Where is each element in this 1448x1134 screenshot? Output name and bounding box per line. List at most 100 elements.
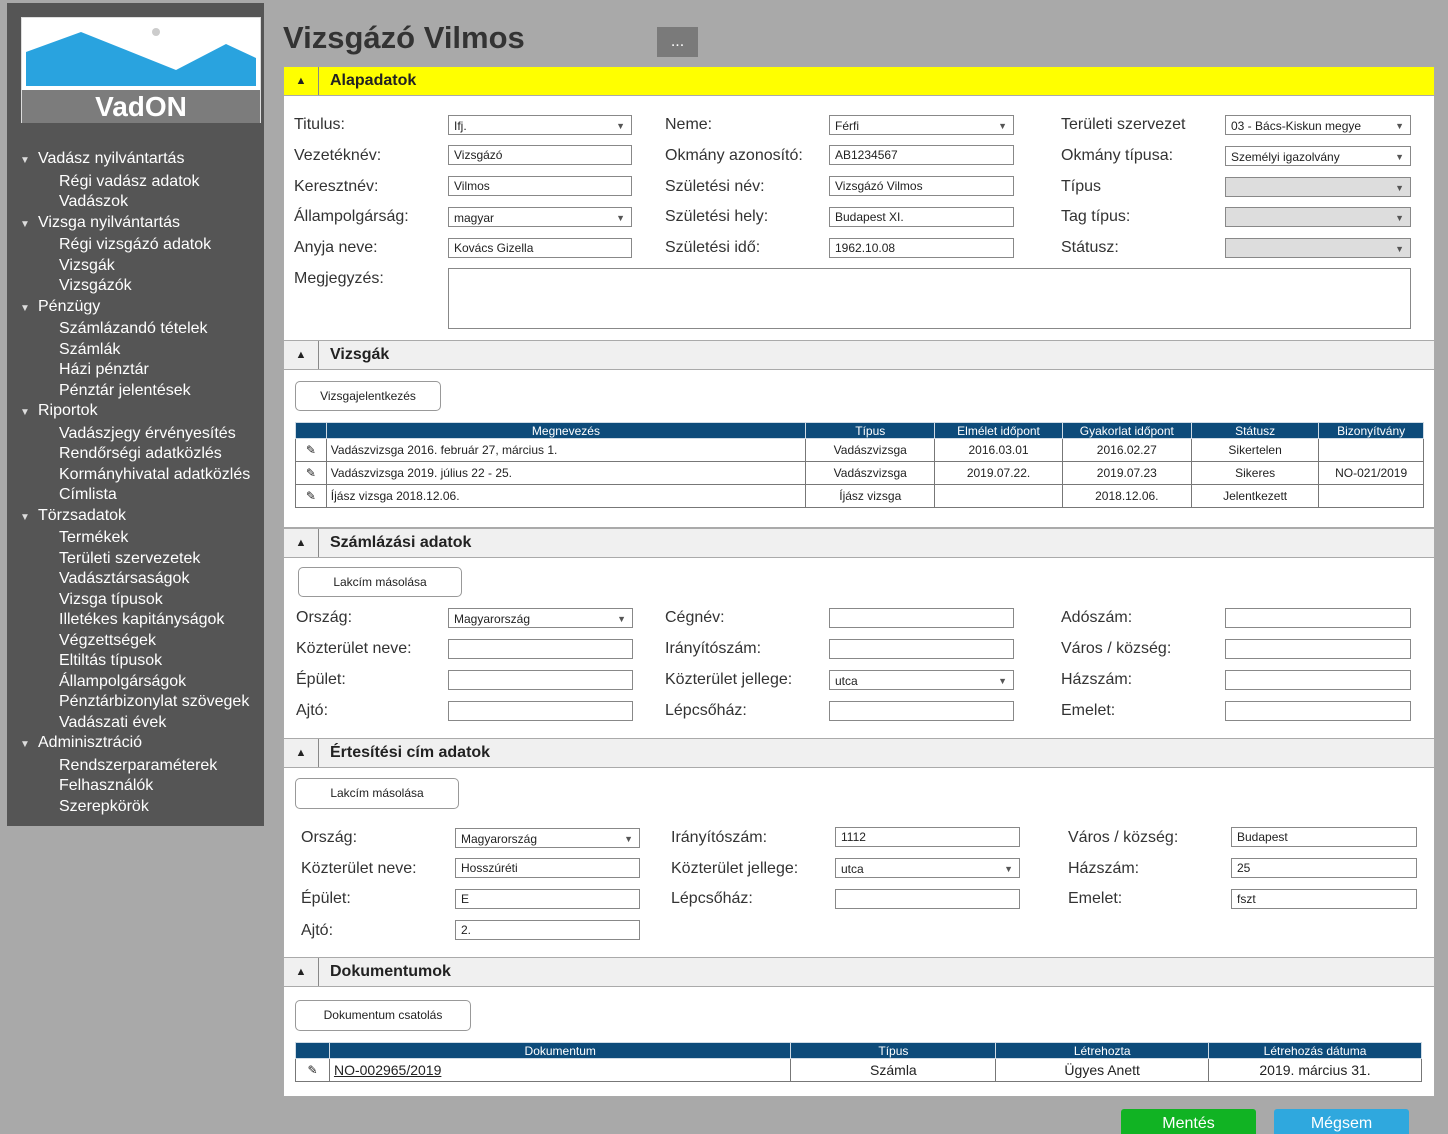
sidebar-group[interactable]: ▼ Vizsga nyilvántartás [7,213,264,236]
kozterulet-neve-input[interactable] [448,639,633,659]
sidebar-item[interactable]: Felhasználók [7,776,264,797]
szuletesi-nev-input[interactable]: Vizsgázó Vilmos [829,176,1014,196]
titulus-select[interactable]: Ifj. ▼ [448,115,632,135]
emelet-input[interactable]: fszt [1231,889,1417,909]
chevron-down-icon[interactable]: ▼ [20,299,38,320]
sidebar-item[interactable]: Vadásztársaságok [7,569,264,590]
document-link[interactable]: NO-002965/2019 [328,1058,792,1082]
sidebar-item[interactable]: Állampolgárságok [7,672,264,693]
epulet-input[interactable] [448,670,633,690]
megjegyzes-textarea[interactable] [448,268,1411,329]
adoszam-input[interactable] [1225,608,1411,628]
cancel-button[interactable]: Mégsem [1274,1109,1409,1134]
sidebar-item[interactable]: Végzettségek [7,631,264,652]
col-header[interactable]: Dokumentum [328,1042,792,1059]
save-button[interactable]: Mentés [1121,1109,1256,1134]
okmany-tipusa-select[interactable]: Személyi igazolvány ▼ [1225,146,1411,166]
vadon-logo[interactable]: VadON [21,17,261,123]
table-row[interactable]: ✎ Íjász vizsga 2018.12.06. Íjász vizsga … [295,484,1424,508]
varos-input[interactable] [1225,639,1411,659]
sidebar-item[interactable]: Vadászati évek [7,713,264,734]
sidebar-item[interactable]: Régi vadász adatok [7,172,264,193]
ajto-input[interactable] [448,701,633,721]
ajto-input[interactable]: 2. [455,920,640,940]
okmany-azonosito-input[interactable]: AB1234567 [829,145,1014,165]
sidebar-item[interactable]: Rendőrségi adatközlés [7,444,264,465]
kozterulet-jellege-select[interactable]: utca ▼ [829,670,1014,690]
lakcim-masolasa-button[interactable]: Lakcím másolása [295,778,459,809]
szuletesi-ido-input[interactable]: 1962.10.08 [829,238,1014,258]
edit-pencil-icon[interactable]: ✎ [295,438,327,462]
col-header[interactable]: Státusz [1190,422,1320,439]
col-header[interactable]: Bizonyítvány [1318,422,1424,439]
table-row[interactable]: ✎ Vadászvizsga 2016. február 27, március… [295,438,1424,462]
statusz-select[interactable]: ▼ [1225,238,1411,258]
collapse-icon[interactable]: ▲ [284,529,319,557]
hazszam-input[interactable] [1225,670,1411,690]
col-header[interactable]: Létrehozta [995,1042,1210,1059]
sidebar-group[interactable]: ▼ Adminisztráció [7,733,264,756]
vizsgak-header[interactable]: ▲ Vizsgák [284,341,1434,370]
collapse-icon[interactable]: ▲ [284,67,319,95]
col-header[interactable]: Típus [805,422,936,439]
col-header[interactable]: Típus [790,1042,997,1059]
sidebar-item[interactable]: Területi szervezetek [7,549,264,570]
varos-input[interactable]: Budapest [1231,827,1417,847]
sidebar-item[interactable]: Illetékes kapitányságok [7,610,264,631]
allampolgarsag-select[interactable]: magyar ▼ [448,207,632,227]
alapadatok-header[interactable]: ▲ Alapadatok [284,67,1434,96]
lepcsohaz-input[interactable] [829,701,1014,721]
sidebar-item[interactable]: Számlák [7,340,264,361]
collapse-icon[interactable]: ▲ [284,341,319,369]
sidebar-item[interactable]: Vizsgák [7,256,264,277]
sidebar-item[interactable]: Szerepkörök [7,797,264,818]
chevron-down-icon[interactable]: ▼ [20,735,38,756]
tag-tipus-select[interactable]: ▼ [1225,207,1411,227]
edit-pencil-icon[interactable]: ✎ [295,461,327,485]
szamlazasi-header[interactable]: ▲ Számlázási adatok [284,529,1434,558]
dokumentumok-header[interactable]: ▲ Dokumentumok [284,958,1434,987]
cegnev-input[interactable] [829,608,1014,628]
col-header[interactable]: Megnevezés [325,422,807,439]
edit-pencil-icon[interactable]: ✎ [295,484,327,508]
orszag-select[interactable]: Magyarország ▼ [448,608,633,628]
sidebar-item[interactable]: Házi pénztár [7,360,264,381]
emelet-input[interactable] [1225,701,1411,721]
table-row[interactable]: ✎ NO-002965/2019 Számla Ügyes Anett 2019… [295,1058,1422,1082]
sidebar-item[interactable]: Vadászok [7,192,264,213]
collapse-icon[interactable]: ▲ [284,739,319,767]
sidebar-item[interactable]: Vadászjegy érvényesítés [7,424,264,445]
orszag-select[interactable]: Magyarország ▼ [455,828,640,848]
keresztnev-input[interactable]: Vilmos [448,176,632,196]
sidebar-item[interactable]: Kormányhivatal adatközlés [7,465,264,486]
teruleti-szervezet-select[interactable]: 03 - Bács-Kiskun megye ▼ [1225,115,1411,135]
sidebar-item[interactable]: Rendszerparaméterek [7,756,264,777]
hazszam-input[interactable]: 25 [1231,858,1417,878]
chevron-down-icon[interactable]: ▼ [20,151,38,172]
sidebar-item[interactable]: Régi vizsgázó adatok [7,235,264,256]
sidebar-group[interactable]: ▼ Vadász nyilvántartás [7,149,264,172]
col-header[interactable]: Elmélet időpont [934,422,1063,439]
dokumentum-csatolas-button[interactable]: Dokumentum csatolás [295,1000,471,1031]
chevron-down-icon[interactable]: ▼ [20,215,38,236]
kozterulet-neve-input[interactable]: Hosszúréti [455,858,640,878]
chevron-down-icon[interactable]: ▼ [20,403,38,424]
lakcim-masolasa-button[interactable]: Lakcím másolása [298,567,462,597]
sidebar-item[interactable]: Termékek [7,528,264,549]
iranyitoszam-input[interactable] [829,639,1014,659]
sidebar-item[interactable]: Címlista [7,485,264,506]
col-header[interactable]: Gyakorlat időpont [1061,422,1192,439]
szuletesi-hely-input[interactable]: Budapest XI. [829,207,1014,227]
sidebar-item[interactable]: Számlázandó tételek [7,319,264,340]
ertesitesi-header[interactable]: ▲ Értesítési cím adatok [284,739,1434,768]
table-row[interactable]: ✎ Vadászvizsga 2019. július 22 - 25. Vad… [295,461,1424,485]
sidebar-item[interactable]: Eltiltás típusok [7,651,264,672]
vizsgajelentkezes-button[interactable]: Vizsgajelentkezés [295,381,441,411]
sidebar-group[interactable]: ▼ Törzsadatok [7,506,264,529]
sidebar-group[interactable]: ▼ Riportok [7,401,264,424]
vezeteknev-input[interactable]: Vizsgázó [448,145,632,165]
lepcsohaz-input[interactable] [835,889,1020,909]
edit-pencil-icon[interactable]: ✎ [295,1058,330,1082]
sidebar-group[interactable]: ▼ Pénzügy [7,297,264,320]
kozterulet-jellege-select[interactable]: utca ▼ [835,858,1020,878]
